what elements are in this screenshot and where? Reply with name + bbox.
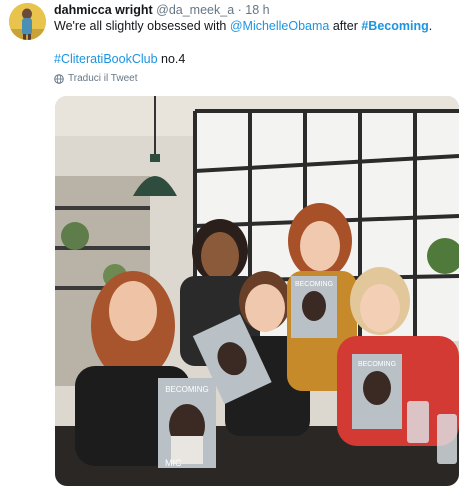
hashtag-club-link[interactable]: #CliteratiBookClub xyxy=(54,52,158,66)
hashtag-becoming-link[interactable]: #Becoming xyxy=(361,19,428,33)
author-avatar[interactable] xyxy=(9,3,46,40)
author-name[interactable]: dahmicca wright xyxy=(54,3,153,17)
tweet-text-part2: after xyxy=(329,19,362,33)
mention-link[interactable]: @MichelleObama xyxy=(230,19,330,33)
translate-tweet-button[interactable]: Traduci il Tweet xyxy=(54,73,137,85)
tweet-text-part3: . xyxy=(428,19,433,33)
tweet-timestamp[interactable]: 18 h xyxy=(245,3,269,17)
book-title-2: BECOMING xyxy=(295,281,333,288)
tweet-card[interactable]: dahmicca wright @da_meek_a · 18 h We're … xyxy=(0,0,468,489)
author-handle[interactable]: @da_meek_a xyxy=(156,3,234,17)
tweet-photo[interactable]: BECOMING BECOMING BECOMING MIC xyxy=(55,96,459,486)
tweet-text-line2: #CliteratiBookClub no.4 xyxy=(54,52,185,67)
book-author-fragment: MIC xyxy=(165,458,182,468)
translate-label: Traduci il Tweet xyxy=(68,73,138,84)
tweet-text-line1: We're all slightly obsessed with @Michel… xyxy=(54,19,432,34)
book-title-1: BECOMING xyxy=(165,385,209,394)
globe-icon xyxy=(54,74,64,84)
club-suffix: no.4 xyxy=(157,52,186,66)
tweet-header: dahmicca wright @da_meek_a · 18 h xyxy=(54,3,270,18)
separator-dot: · xyxy=(237,3,242,17)
tweet-text-part1: We're all slightly obsessed with xyxy=(54,19,230,33)
book-title-3: BECOMING xyxy=(358,361,396,368)
